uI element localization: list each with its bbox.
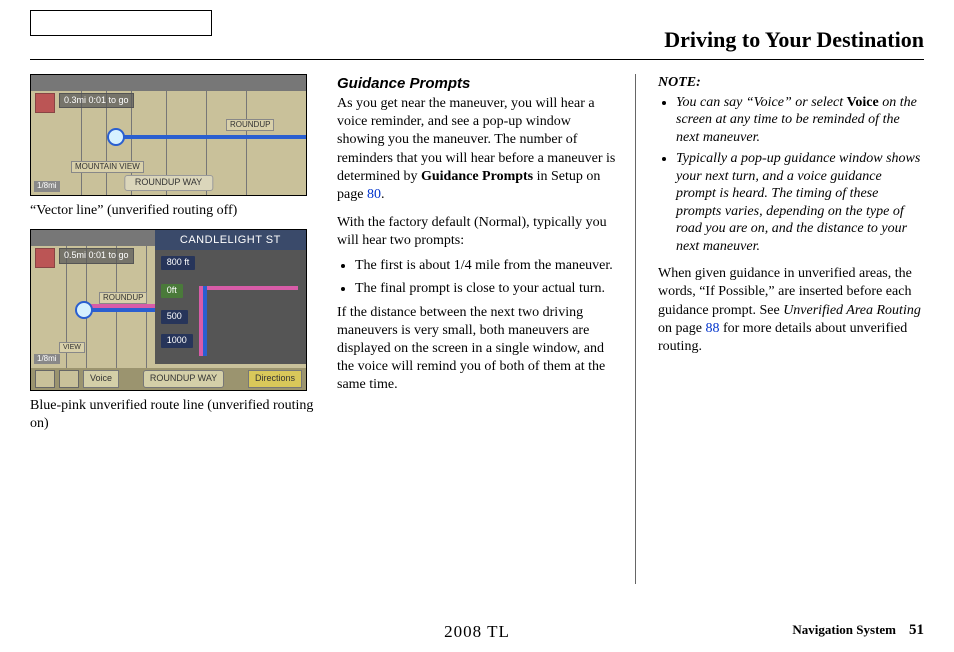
bold-voice: Voice bbox=[847, 95, 879, 110]
para-unverified: When given guidance in unverified areas,… bbox=[658, 265, 924, 356]
section-heading: Guidance Prompts bbox=[337, 74, 617, 94]
map-scale: 1/8mi bbox=[34, 181, 60, 191]
guidance-panel: CANDLELIGHT ST 800 ft 0ft 500 1000 bbox=[155, 230, 306, 364]
distance-500: 500 bbox=[161, 310, 188, 324]
note-heading: NOTE: bbox=[658, 74, 924, 92]
icon-button-2[interactable] bbox=[59, 370, 79, 388]
street-pill-2: ROUNDUP WAY bbox=[143, 370, 224, 388]
text: on page bbox=[658, 321, 705, 336]
page-link-88[interactable]: 88 bbox=[705, 321, 719, 336]
text: . bbox=[381, 187, 385, 202]
icon-button-1[interactable] bbox=[35, 370, 55, 388]
para-default: With the factory default (Normal), typic… bbox=[337, 214, 617, 250]
table-start-box bbox=[30, 10, 212, 36]
maneuver-arrow-icon bbox=[35, 248, 55, 268]
caption-2: Blue-pink unverified route line (unverif… bbox=[30, 397, 315, 432]
map-screenshot-1: 0.3mi 0:01 to go ROUNDUP MOUNTAIN VIEW 1… bbox=[30, 74, 307, 196]
footer-right: Navigation System 51 bbox=[792, 621, 924, 641]
distance-0: 0ft bbox=[161, 284, 183, 298]
page-number: 51 bbox=[909, 622, 924, 638]
directions-button[interactable]: Directions bbox=[248, 370, 302, 388]
maneuver-arrow-icon bbox=[35, 93, 55, 113]
list-item: Typically a pop-up guidance window shows… bbox=[676, 150, 924, 255]
voice-button[interactable]: Voice bbox=[83, 370, 119, 388]
bold-guidance-prompts: Guidance Prompts bbox=[421, 169, 533, 184]
road-label-view: VIEW bbox=[59, 342, 85, 353]
map-bottom-bar: Voice ROUNDUP WAY Directions bbox=[31, 368, 306, 390]
column-note: NOTE: You can say “Voice” or select Voic… bbox=[658, 74, 924, 584]
footer-section-label: Navigation System bbox=[792, 622, 896, 637]
map-scale-2: 1/8mi bbox=[34, 354, 60, 364]
guidance-street-name: CANDLELIGHT ST bbox=[155, 230, 306, 250]
content-columns: 0.3mi 0:01 to go ROUNDUP MOUNTAIN VIEW 1… bbox=[30, 74, 924, 584]
para-small-distance: If the distance between the next two dri… bbox=[337, 304, 617, 395]
prompt-bullet-list: The first is about 1/4 mile from the man… bbox=[337, 257, 617, 298]
distance-1000: 1000 bbox=[161, 334, 193, 348]
ital-unverified-routing: Unverified Area Routing bbox=[783, 303, 921, 318]
list-item: You can say “Voice” or select Voice on t… bbox=[676, 94, 924, 147]
footer-model: 2008 TL bbox=[444, 621, 510, 643]
column-images: 0.3mi 0:01 to go ROUNDUP MOUNTAIN VIEW 1… bbox=[30, 74, 315, 584]
para-intro: As you get near the maneuver, you will h… bbox=[337, 95, 617, 204]
text: You can say “Voice” or select bbox=[676, 95, 847, 110]
street-pill: ROUNDUP WAY bbox=[124, 175, 213, 191]
list-item: The first is about 1/4 mile from the man… bbox=[355, 257, 617, 275]
note-bullet-list: You can say “Voice” or select Voice on t… bbox=[658, 94, 924, 256]
column-guidance-prompts: Guidance Prompts As you get near the man… bbox=[337, 74, 636, 584]
map-screenshot-2: 0.5mi 0:01 to go ROUNDUP VIEW 1/8mi CAND… bbox=[30, 229, 307, 391]
distance-800: 800 ft bbox=[161, 256, 196, 270]
vehicle-position-icon bbox=[107, 128, 125, 146]
vehicle-position-icon bbox=[75, 301, 93, 319]
caption-1: “Vector line” (unverified routing off) bbox=[30, 202, 315, 220]
page-footer: 2008 TL Navigation System 51 bbox=[30, 621, 924, 641]
road-label-mountain: MOUNTAIN VIEW bbox=[71, 161, 144, 173]
distance-label-2: 0.5mi 0:01 to go bbox=[59, 248, 134, 264]
distance-label: 0.3mi 0:01 to go bbox=[59, 93, 134, 109]
road-label-roundup: ROUNDUP bbox=[226, 119, 274, 131]
page-link-80[interactable]: 80 bbox=[367, 187, 381, 202]
road-label-roundup-2: ROUNDUP bbox=[99, 292, 147, 304]
list-item: The final prompt is close to your actual… bbox=[355, 280, 617, 298]
